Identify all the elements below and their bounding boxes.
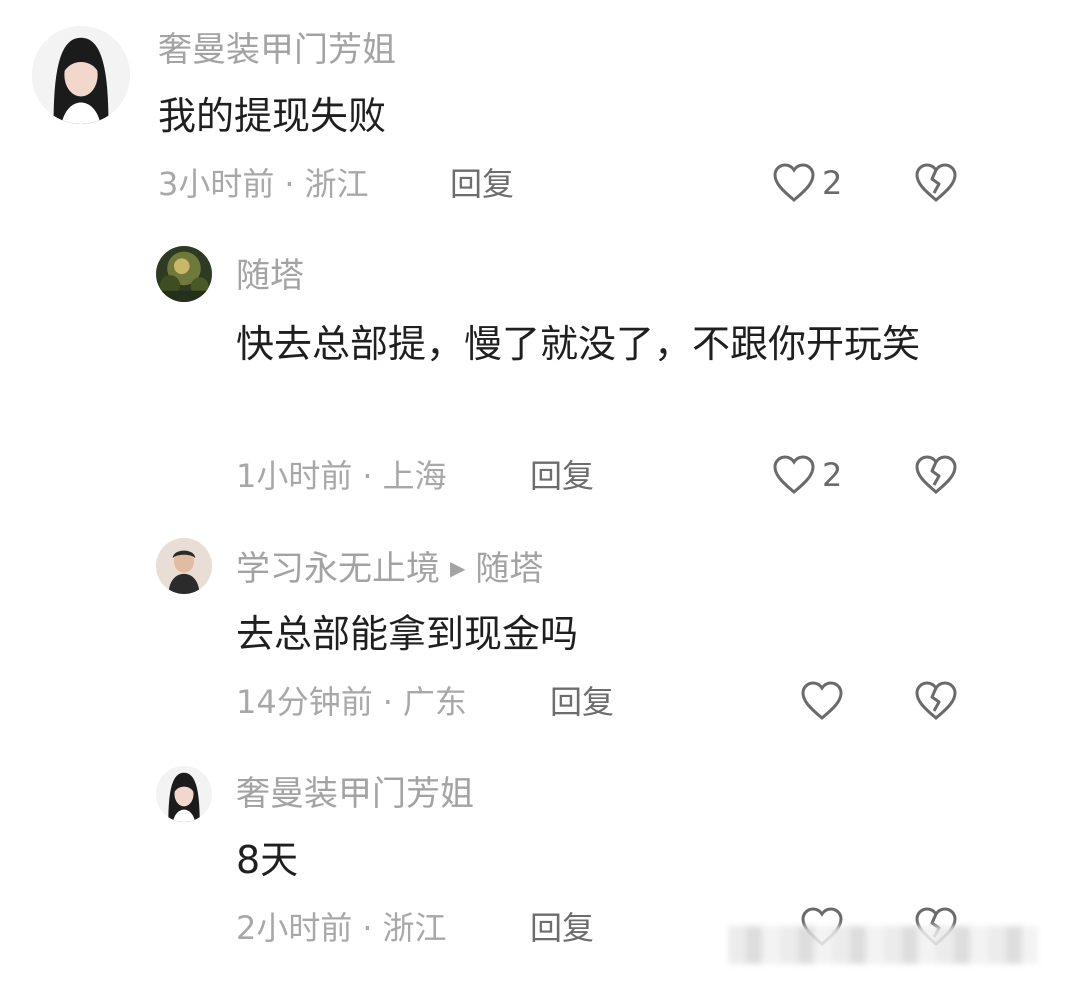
timestamp: 3小时前 [158, 165, 275, 203]
separator: · [284, 165, 295, 203]
avatar[interactable] [156, 246, 212, 302]
dislike-button[interactable] [914, 162, 958, 204]
reply-button[interactable]: 回复 [550, 682, 614, 722]
heart-icon [773, 163, 815, 202]
separator: · [382, 683, 393, 721]
comment-text: 我的提现失败 [158, 94, 387, 138]
reply-button[interactable]: 回复 [450, 164, 514, 204]
comment-item: 奢曼装甲门芳姐 我的提现失败 3小时前 · 浙江 回复 2 [0, 0, 1080, 240]
timestamp: 14分钟前 [236, 683, 373, 721]
forest-photo-icon [156, 246, 212, 302]
username[interactable]: 奢曼装甲门芳姐 [236, 774, 474, 814]
broken-heart-icon [915, 455, 957, 494]
comment-item: 学习永无止境 ▶ 随塔 去总部能拿到现金吗 14分钟前 · 广东 回复 [0, 530, 1080, 760]
username[interactable]: 学习永无止境 ▶ 随塔 [236, 548, 543, 589]
woman-portrait-icon [32, 26, 130, 124]
reply-author[interactable]: 学习永无止境 [236, 549, 440, 589]
comment-text: 快去总部提，慢了就没了，不跟你开玩笑 [236, 322, 921, 366]
dislike-button[interactable] [914, 680, 958, 722]
like-button[interactable]: 2 [772, 454, 842, 496]
location: 上海 [382, 457, 447, 495]
like-button[interactable]: 2 [772, 162, 842, 204]
location: 浙江 [304, 165, 369, 203]
dislike-button[interactable] [914, 454, 958, 496]
comment-text: 去总部能拿到现金吗 [236, 612, 579, 656]
man-photo-icon [156, 538, 212, 594]
like-count: 2 [822, 456, 843, 494]
watermark-blur [728, 926, 1038, 964]
avatar[interactable] [32, 26, 130, 124]
heart-icon [773, 455, 815, 494]
broken-heart-icon [915, 163, 957, 202]
like-count: 2 [822, 164, 843, 202]
comment-item: 随塔 快去总部提，慢了就没了，不跟你开玩笑 1小时前 · 上海 回复 2 [0, 240, 1080, 530]
avatar[interactable] [156, 766, 212, 822]
comment-meta: 3小时前 · 浙江 [158, 164, 369, 204]
timestamp: 2小时前 [236, 909, 353, 947]
broken-heart-icon [915, 681, 957, 720]
like-button[interactable] [800, 680, 844, 722]
comment-meta: 1小时前 · 上海 [236, 456, 447, 496]
separator: · [362, 457, 373, 495]
woman-portrait-icon [156, 766, 212, 822]
location: 广东 [402, 683, 467, 721]
username[interactable]: 奢曼装甲门芳姐 [158, 30, 396, 70]
reply-button[interactable]: 回复 [530, 908, 594, 948]
heart-icon [801, 681, 843, 720]
comment-meta: 14分钟前 · 广东 [236, 682, 467, 722]
comment-meta: 2小时前 · 浙江 [236, 908, 447, 948]
separator: · [362, 909, 373, 947]
username[interactable]: 随塔 [236, 256, 304, 296]
timestamp: 1小时前 [236, 457, 353, 495]
avatar[interactable] [156, 538, 212, 594]
comment-text: 8天 [236, 838, 299, 882]
reply-button[interactable]: 回复 [530, 456, 594, 496]
reply-target[interactable]: 随塔 [475, 549, 543, 589]
reply-arrow-icon: ▶ [450, 556, 466, 580]
location: 浙江 [382, 909, 447, 947]
